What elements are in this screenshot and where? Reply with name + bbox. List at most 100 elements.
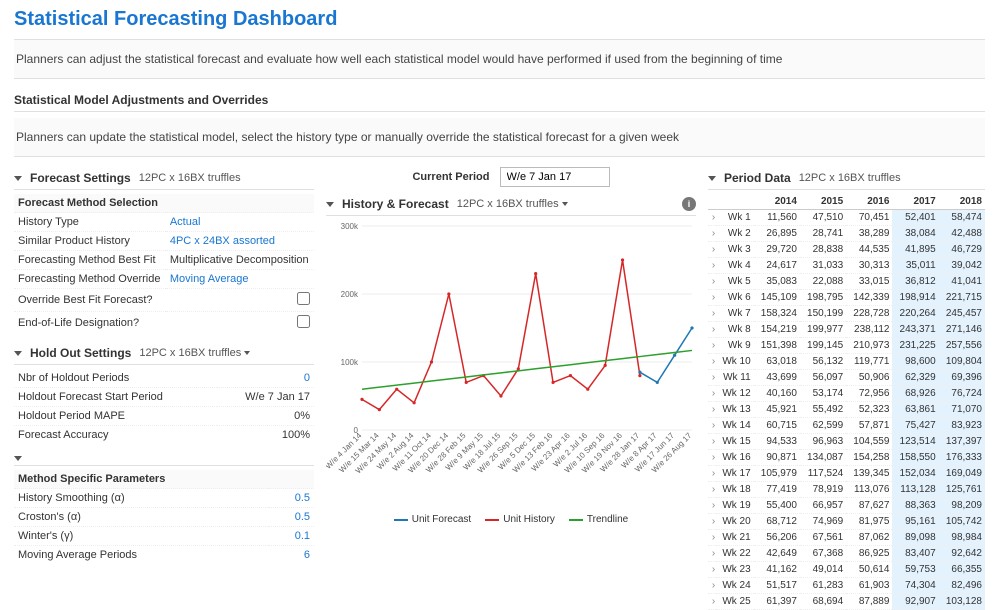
row-label: Wk 15 — [716, 434, 754, 450]
cell-value: 220,264 — [892, 306, 938, 322]
history-type-value[interactable]: Actual — [166, 213, 314, 232]
holdout-table: Nbr of Holdout Periods 0 Holdout Forecas… — [14, 369, 314, 444]
chevron-right-icon[interactable]: › — [708, 354, 716, 370]
nbr-holdout-value[interactable]: 0 — [217, 369, 314, 388]
period-data-table: 20142015201620172018 ›Wk 111,56047,51070… — [708, 194, 985, 610]
cell-value: 53,174 — [800, 386, 846, 402]
moving-avg-value[interactable]: 6 — [268, 546, 315, 565]
chevron-right-icon[interactable]: › — [708, 578, 716, 594]
holdout-title: Hold Out Settings — [30, 346, 131, 360]
table-row[interactable]: ›Wk 1345,92155,49252,32363,86171,070 — [708, 402, 985, 418]
chevron-right-icon[interactable]: › — [708, 530, 716, 546]
cell-value: 96,963 — [800, 434, 846, 450]
cell-value: 69,396 — [939, 370, 985, 386]
winters-value[interactable]: 0.1 — [268, 527, 315, 546]
table-row[interactable]: ›Wk 2561,39768,69487,88992,907103,128 — [708, 594, 985, 610]
cell-value: 150,199 — [800, 306, 846, 322]
chevron-right-icon[interactable]: › — [708, 242, 716, 258]
table-row[interactable]: ›Wk 329,72028,83844,53541,89546,729 — [708, 242, 985, 258]
table-row[interactable]: ›Wk 1594,53396,963104,559123,514137,397 — [708, 434, 985, 450]
table-row[interactable]: ›Wk 2451,51761,28361,90374,30482,496 — [708, 578, 985, 594]
chevron-right-icon[interactable]: › — [708, 594, 716, 610]
table-row[interactable]: ›Wk 1063,01856,132119,77198,600109,804 — [708, 354, 985, 370]
period-data-title: Period Data — [724, 171, 791, 185]
table-row[interactable]: ›Wk 1240,16053,17472,95668,92676,724 — [708, 386, 985, 402]
chevron-right-icon[interactable]: › — [708, 274, 716, 290]
table-row[interactable]: ›Wk 424,61731,03330,31335,01139,042 — [708, 258, 985, 274]
override-best-fit-checkbox[interactable] — [297, 292, 310, 305]
table-row[interactable]: ›Wk 7158,324150,199228,728220,264245,457 — [708, 306, 985, 322]
cell-value: 42,488 — [939, 226, 985, 242]
row-label: Wk 8 — [716, 322, 754, 338]
cell-value: 123,514 — [892, 434, 938, 450]
cell-value: 158,550 — [892, 450, 938, 466]
column-header: 2015 — [800, 194, 846, 210]
chevron-right-icon[interactable]: › — [708, 386, 716, 402]
cell-value: 199,145 — [800, 338, 846, 354]
row-label: Wk 20 — [716, 514, 754, 530]
table-row[interactable]: ›Wk 1690,871134,087154,258158,550176,333 — [708, 450, 985, 466]
table-row[interactable]: ›Wk 535,08322,08833,01536,81241,041 — [708, 274, 985, 290]
table-row[interactable]: ›Wk 2242,64967,36886,92583,40792,642 — [708, 546, 985, 562]
chevron-right-icon[interactable]: › — [708, 210, 716, 226]
cell-value: 38,084 — [892, 226, 938, 242]
cell-value: 47,510 — [800, 210, 846, 226]
table-row[interactable]: ›Wk 2068,71274,96981,97595,161105,742 — [708, 514, 985, 530]
eol-checkbox[interactable] — [297, 315, 310, 328]
chevron-right-icon[interactable]: › — [708, 258, 716, 274]
current-period-input[interactable] — [500, 167, 610, 187]
chevron-right-icon[interactable]: › — [708, 546, 716, 562]
chevron-right-icon[interactable]: › — [708, 290, 716, 306]
table-row[interactable]: ›Wk 2156,20667,56187,06289,09898,984 — [708, 530, 985, 546]
cell-value: 105,742 — [939, 514, 985, 530]
table-row[interactable]: ›Wk 17105,979117,524139,345152,034169,04… — [708, 466, 985, 482]
collapse-icon[interactable] — [14, 351, 22, 356]
chevron-right-icon[interactable]: › — [708, 514, 716, 530]
method-override-value[interactable]: Moving Average — [166, 270, 314, 289]
table-row[interactable]: ›Wk 1460,71562,59957,87175,42783,923 — [708, 418, 985, 434]
chevron-right-icon[interactable]: › — [708, 338, 716, 354]
chevron-right-icon[interactable]: › — [708, 322, 716, 338]
chevron-right-icon[interactable]: › — [708, 434, 716, 450]
history-smoothing-value[interactable]: 0.5 — [268, 489, 315, 508]
chevron-right-icon[interactable]: › — [708, 306, 716, 322]
cell-value: 117,524 — [800, 466, 846, 482]
cell-value: 199,977 — [800, 322, 846, 338]
chevron-right-icon[interactable]: › — [708, 498, 716, 514]
cell-value: 51,517 — [754, 578, 800, 594]
cell-value: 89,098 — [892, 530, 938, 546]
table-row[interactable]: ›Wk 9151,398199,145210,973231,225257,556 — [708, 338, 985, 354]
chevron-right-icon[interactable]: › — [708, 370, 716, 386]
chevron-right-icon[interactable]: › — [708, 418, 716, 434]
table-row[interactable]: ›Wk 226,89528,74138,28938,08442,488 — [708, 226, 985, 242]
cell-value: 113,076 — [846, 482, 892, 498]
table-row[interactable]: ›Wk 1877,41978,919113,076113,128125,761 — [708, 482, 985, 498]
chevron-right-icon[interactable]: › — [708, 482, 716, 498]
table-row[interactable]: ›Wk 111,56047,51070,45152,40158,474 — [708, 210, 985, 226]
override-best-fit-label: Override Best Fit Forecast? — [14, 289, 166, 312]
period-data-context: 12PC x 16BX truffles — [799, 172, 901, 184]
collapse-icon[interactable] — [14, 176, 22, 181]
cell-value: 61,903 — [846, 578, 892, 594]
holdout-context[interactable]: 12PC x 16BX truffles — [139, 347, 250, 359]
table-row[interactable]: ›Wk 8154,219199,977238,112243,371271,146 — [708, 322, 985, 338]
history-forecast-context[interactable]: 12PC x 16BX truffles — [457, 198, 568, 210]
legend-swatch-trend — [569, 519, 583, 521]
chevron-right-icon[interactable]: › — [708, 450, 716, 466]
chevron-right-icon[interactable]: › — [708, 226, 716, 242]
table-row[interactable]: ›Wk 1955,40066,95787,62788,36398,209 — [708, 498, 985, 514]
table-row[interactable]: ›Wk 6145,109198,795142,339198,914221,715 — [708, 290, 985, 306]
forecast-accuracy-value: 100% — [217, 426, 314, 445]
collapse-icon[interactable] — [708, 176, 716, 181]
similar-product-value[interactable]: 4PC x 24BX assorted — [166, 232, 314, 251]
chevron-right-icon[interactable]: › — [708, 466, 716, 482]
table-row[interactable]: ›Wk 1143,69956,09750,90662,32969,396 — [708, 370, 985, 386]
chevron-right-icon[interactable]: › — [708, 402, 716, 418]
cell-value: 39,042 — [939, 258, 985, 274]
collapse-icon[interactable] — [326, 202, 334, 207]
collapse-icon[interactable] — [14, 456, 22, 461]
cell-value: 98,600 — [892, 354, 938, 370]
info-icon[interactable]: i — [682, 197, 696, 211]
cell-value: 74,304 — [892, 578, 938, 594]
croston-value[interactable]: 0.5 — [268, 508, 315, 527]
